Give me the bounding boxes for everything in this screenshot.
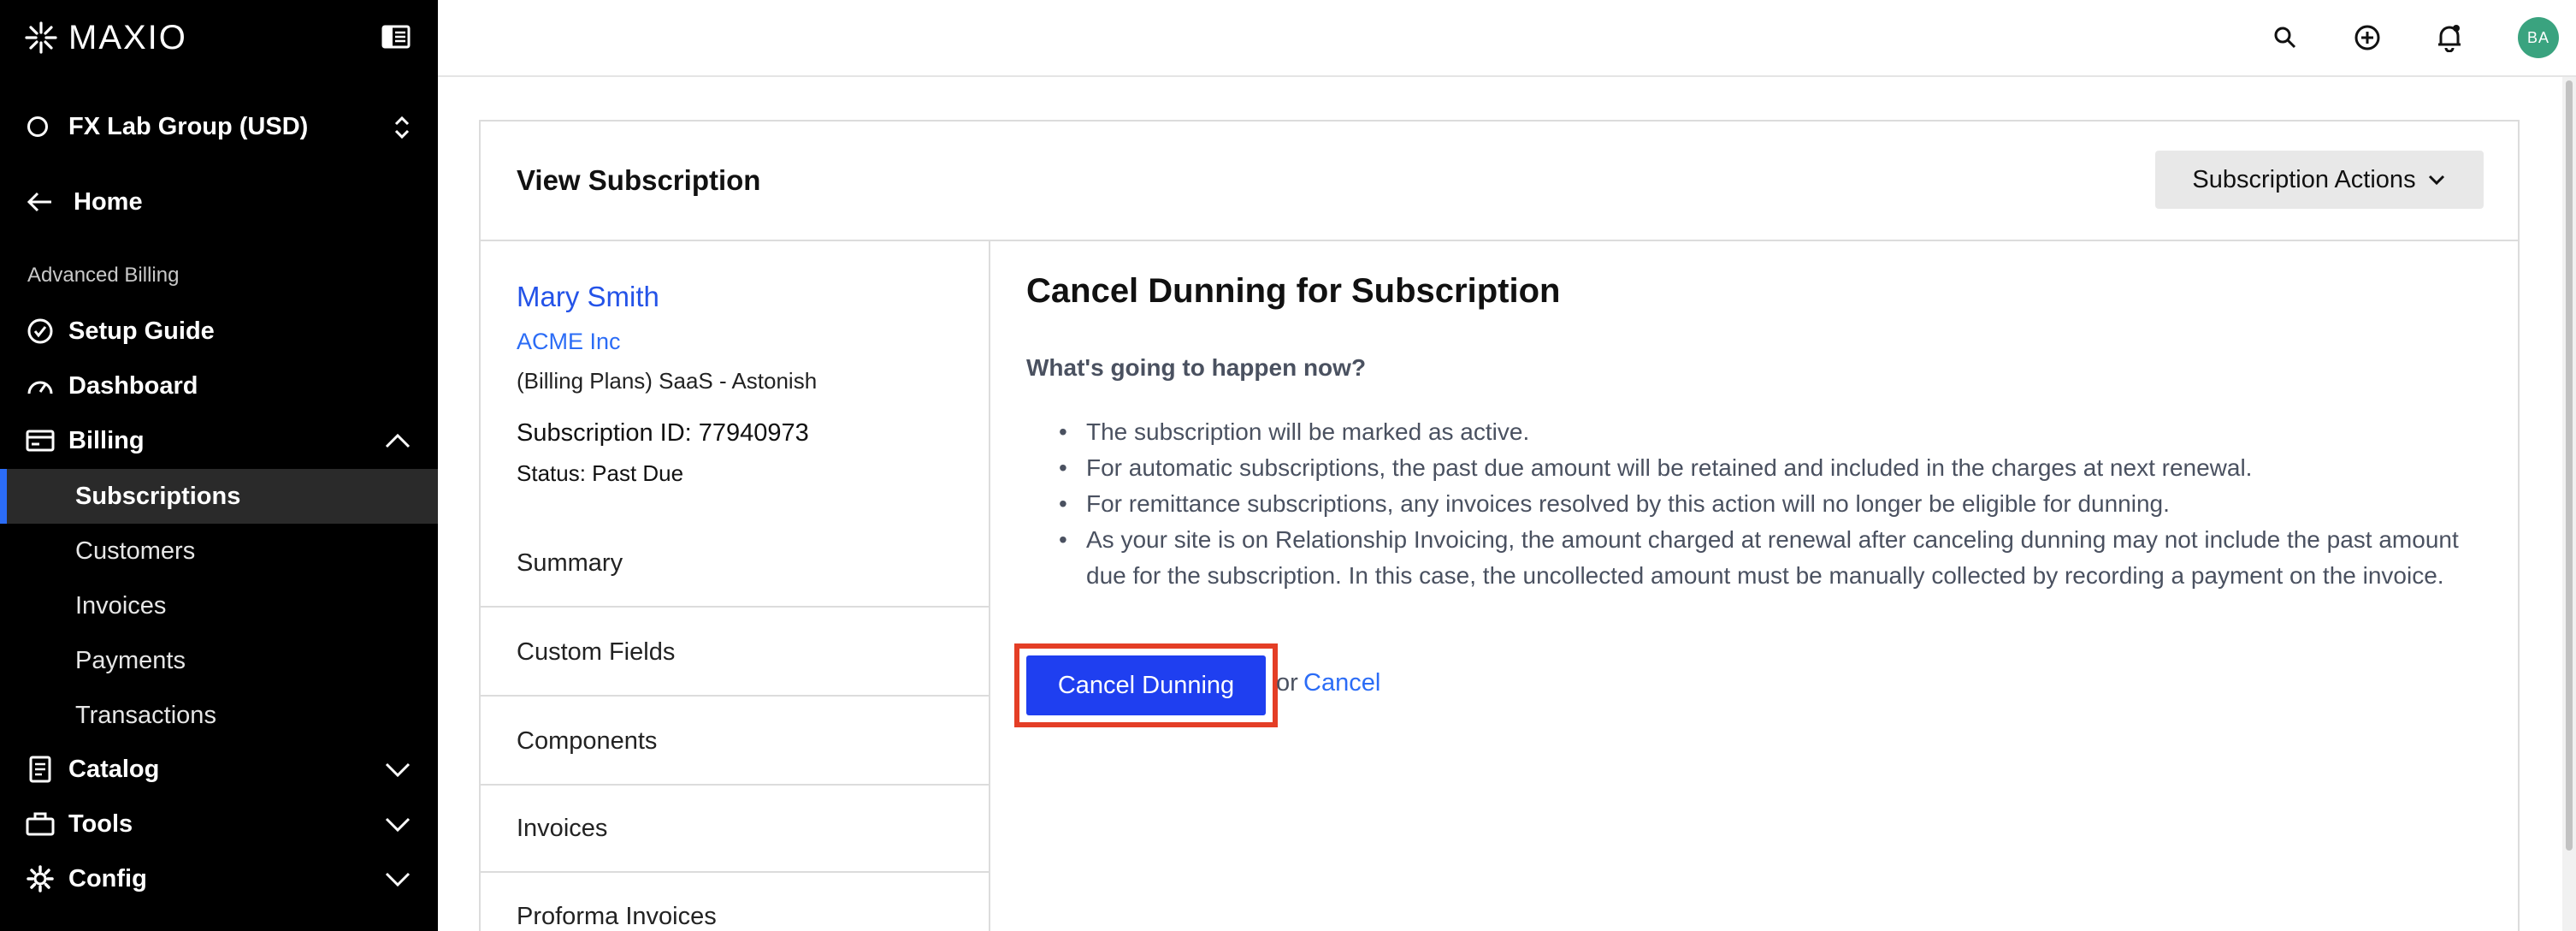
- sidebar-item-label: Dashboard: [68, 371, 198, 400]
- document-list-icon: [24, 753, 56, 786]
- chevron-down-icon: [2428, 175, 2444, 186]
- sidebar-item-billing[interactable]: Billing: [0, 414, 438, 467]
- or-text: or: [1276, 669, 1298, 697]
- tab-components[interactable]: Components: [481, 698, 990, 786]
- customer-organization-link[interactable]: ACME Inc: [517, 329, 621, 355]
- subscription-actions-label: Subscription Actions: [2192, 165, 2416, 193]
- toolbox-icon: [24, 808, 56, 840]
- add-circle-icon[interactable]: [2350, 21, 2384, 55]
- sidebar-item-catalog[interactable]: Catalog: [0, 743, 438, 796]
- product-plan: (Billing Plans) SaaS - Astonish: [517, 368, 818, 394]
- gear-icon: [24, 863, 56, 895]
- sidebar-item-payments[interactable]: Payments: [0, 633, 438, 688]
- tab-custom-fields[interactable]: Custom Fields: [481, 609, 990, 697]
- chevron-up-icon: [385, 433, 411, 448]
- cancel-link[interactable]: Cancel: [1303, 669, 1380, 697]
- notifications-bell-icon[interactable]: [2432, 21, 2467, 55]
- chevron-down-icon: [385, 817, 411, 833]
- sidebar-item-invoices[interactable]: Invoices: [0, 578, 438, 633]
- list-item: For remittance subscriptions, any invoic…: [1059, 486, 2479, 522]
- check-circle-icon: [24, 315, 56, 347]
- sidebar-item-transactions[interactable]: Transactions: [0, 688, 438, 743]
- home-label: Home: [74, 187, 143, 216]
- sidebar-item-label: Setup Guide: [68, 317, 215, 345]
- sidebar-item-label: Tools: [68, 809, 133, 838]
- billing-card-icon: [24, 424, 56, 457]
- chevron-up-down-icon: [394, 116, 410, 139]
- customer-name-link[interactable]: Mary Smith: [517, 281, 659, 313]
- sidebar-item-label: Config: [68, 864, 147, 892]
- site-name: FX Lab Group (USD): [68, 112, 309, 140]
- maxio-logo[interactable]: MAXIO: [24, 19, 187, 56]
- site-switcher[interactable]: FX Lab Group (USD): [27, 106, 414, 147]
- sidebar-item-label: Billing: [68, 426, 145, 454]
- site-status-icon: [27, 116, 48, 137]
- subscription-card: View Subscription Subscription Actions S…: [479, 120, 2520, 931]
- section-label: Advanced Billing: [27, 264, 180, 287]
- sidebar-item-customers[interactable]: Customers: [0, 524, 438, 578]
- tab-summary[interactable]: Summary: [481, 520, 990, 608]
- sidebar-item-subscriptions[interactable]: Subscriptions: [0, 469, 438, 524]
- tab-proforma-invoices[interactable]: Proforma Invoices: [481, 873, 990, 931]
- scrollbar-thumb[interactable]: [2566, 80, 2573, 851]
- sidebar: MAXIO FX Lab Group (USD) Home Advanced B…: [0, 0, 438, 931]
- what-happens-heading: What's going to happen now?: [1026, 354, 1367, 381]
- cancel-dunning-title: Cancel Dunning for Subscription: [1026, 272, 1561, 310]
- arrow-left-icon: [27, 192, 51, 212]
- user-avatar[interactable]: BA: [2518, 17, 2559, 58]
- chevron-down-icon: [385, 762, 411, 778]
- sidebar-item-config[interactable]: Config: [0, 852, 438, 905]
- page-title: View Subscription: [517, 164, 761, 196]
- consequences-list: The subscription will be marked as activ…: [1059, 414, 2479, 594]
- chevron-down-icon: [385, 872, 411, 887]
- sidebar-item-tools[interactable]: Tools: [0, 798, 438, 851]
- subscription-status: Status: Past Due: [517, 460, 684, 486]
- maxio-logo-icon: [25, 21, 57, 54]
- sidebar-item-dashboard[interactable]: Dashboard: [0, 359, 438, 412]
- cancel-dunning-button[interactable]: Cancel Dunning: [1026, 655, 1266, 715]
- subscription-actions-button[interactable]: Subscription Actions: [2155, 151, 2484, 209]
- sidebar-collapse-icon[interactable]: [381, 24, 411, 50]
- search-icon[interactable]: [2268, 21, 2302, 55]
- list-item: For automatic subscriptions, the past du…: [1059, 450, 2479, 486]
- sidebar-item-setup-guide[interactable]: Setup Guide: [0, 305, 438, 358]
- brand-name: MAXIO: [68, 18, 187, 56]
- sidebar-item-home[interactable]: Home: [26, 183, 143, 221]
- sidebar-item-label: Catalog: [68, 755, 160, 783]
- list-item: As your site is on Relationship Invoicin…: [1059, 522, 2479, 594]
- subscription-id: Subscription ID: 77940973: [517, 419, 809, 447]
- list-item: The subscription will be marked as activ…: [1059, 414, 2479, 450]
- gauge-icon: [24, 370, 56, 402]
- tab-invoices[interactable]: Invoices: [481, 786, 990, 873]
- card-header: View Subscription Subscription Actions: [481, 122, 2518, 241]
- top-bar: [438, 0, 2576, 77]
